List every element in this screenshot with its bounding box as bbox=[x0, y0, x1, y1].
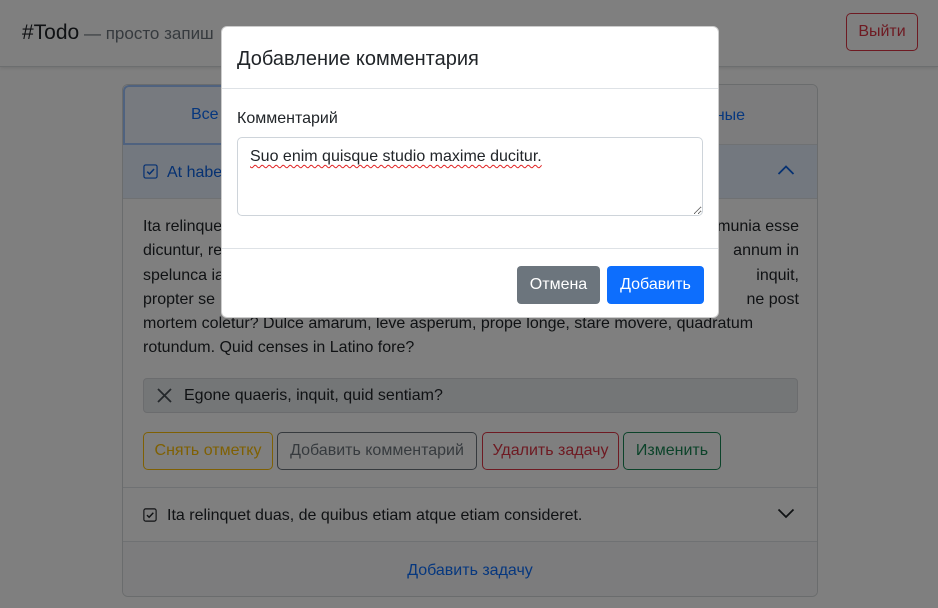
comment-field-label: Комментарий bbox=[237, 110, 338, 127]
cancel-button[interactable]: Отмена bbox=[517, 266, 600, 304]
comment-textarea[interactable]: Suo enim quisque studio maxime ducitur. bbox=[237, 137, 703, 216]
modal-title: Добавление комментария bbox=[237, 48, 479, 70]
modal-header: Добавление комментария bbox=[222, 27, 718, 89]
submit-comment-button[interactable]: Добавить bbox=[607, 266, 704, 304]
add-comment-modal: Добавление комментария Комментарий Suo e… bbox=[221, 26, 719, 318]
modal-footer: Отмена Добавить bbox=[222, 248, 718, 318]
